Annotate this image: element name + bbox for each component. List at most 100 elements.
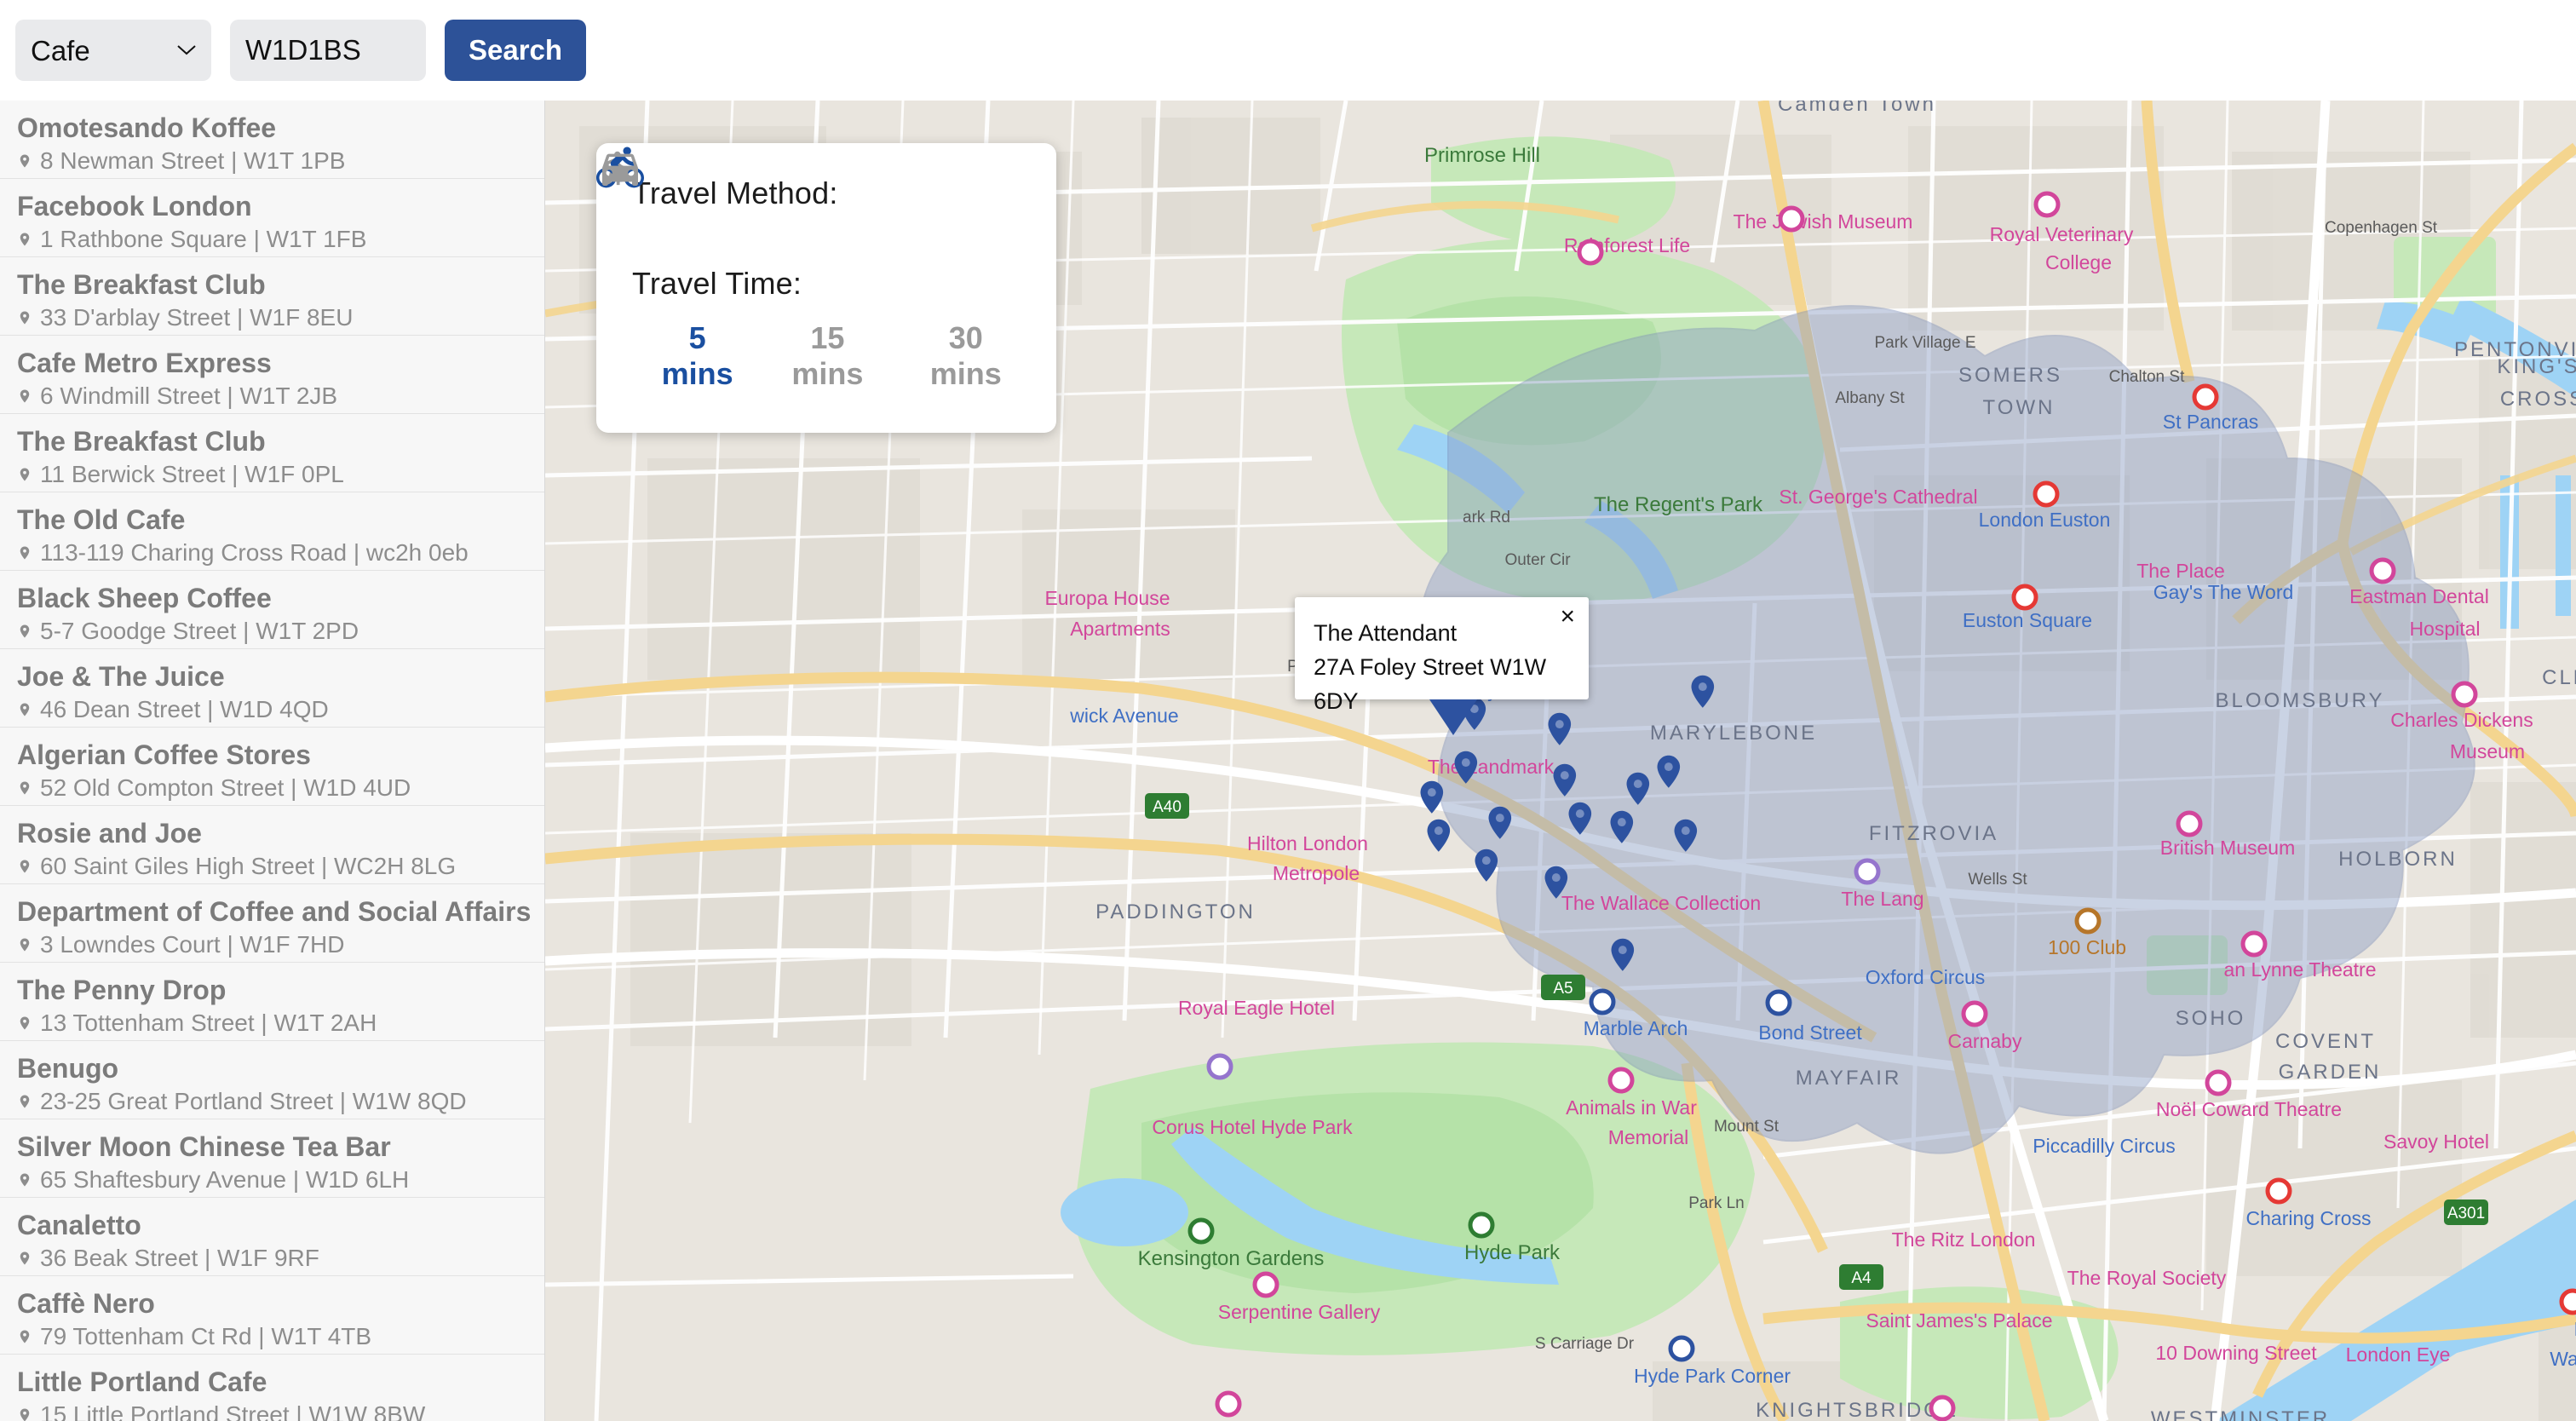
location-pin-icon	[20, 468, 30, 481]
map-poi-icon	[1778, 205, 1805, 233]
car-icon	[602, 153, 638, 186]
map-label: British Museum	[2160, 837, 2295, 859]
map-label: London Euston	[1979, 509, 2111, 531]
map-label: Hyde Park Corner	[1634, 1365, 1791, 1387]
map-label: The Wallace Collection	[1561, 892, 1761, 914]
result-name: The Breakfast Club	[17, 426, 266, 457]
map-label: Carnaby	[1948, 1030, 2022, 1052]
search-button[interactable]: Search	[445, 20, 587, 81]
result-item[interactable]: Black Sheep Coffee 5-7 Goodge Street | W1…	[0, 571, 544, 649]
travel-time-30[interactable]: 30 mins	[911, 320, 1021, 392]
result-item[interactable]: Facebook London 1 Rathbone Square | W1T 1…	[0, 179, 544, 257]
result-name: Benugo	[17, 1053, 119, 1084]
map-label: 100 Club	[2048, 936, 2126, 958]
map-label: wick Avenue	[1069, 705, 1178, 727]
map-poi-icon	[1929, 1395, 1956, 1421]
svg-text:A5: A5	[1553, 980, 1573, 998]
map-label: SOHO	[2176, 1007, 2246, 1030]
map-label: The Landmark	[1428, 756, 1555, 778]
map-poi-icon	[1854, 858, 1881, 885]
result-item[interactable]: Silver Moon Chinese Tea Bar 65 Shaftesbur…	[0, 1119, 544, 1198]
map-label: College	[2045, 251, 2112, 273]
popup-pointer	[1429, 699, 1477, 735]
travel-time-5[interactable]: 5 mins	[651, 320, 744, 392]
map-poi-icon	[2265, 1177, 2292, 1205]
map-poi-icon	[2192, 383, 2219, 411]
map-label: FITZROVIA	[1869, 822, 1998, 845]
result-item[interactable]: Algerian Coffee Stores 52 Old Compton Str…	[0, 728, 544, 806]
result-address: 15 Little Portland Street | W1W 8BW	[40, 1401, 426, 1421]
map-label: Gay's The Word	[2153, 581, 2294, 603]
result-item[interactable]: Little Portland Cafe 15 Little Portland S…	[0, 1355, 544, 1421]
result-item[interactable]: Caffè Nero 79 Tottenham Ct Rd | W1T 4TB	[0, 1276, 544, 1355]
map-canvas[interactable]: .lbl-big { font-family:"Liberation Sans"…	[545, 101, 2576, 1421]
result-name: Caffè Nero	[17, 1288, 155, 1319]
map-label: Albany St	[1835, 389, 1905, 407]
result-item[interactable]: The Penny Drop 13 Tottenham Street | W1T …	[0, 963, 544, 1041]
map-poi-icon	[1589, 988, 1616, 1015]
map-label: Metropole	[1273, 862, 1360, 884]
category-select[interactable]: Cafe	[15, 20, 211, 81]
map-label: Royal Eagle Hotel	[1178, 997, 1335, 1019]
result-address: 36 Beak Street | W1F 9RF	[40, 1245, 319, 1271]
map-label: CROSS	[2500, 388, 2576, 411]
result-item[interactable]: Cafe Metro Express 6 Windmill Street | W1…	[0, 336, 544, 414]
map-label: Europa House	[1044, 587, 1170, 609]
location-pin-icon	[20, 703, 30, 716]
map-label: PADDINGTON	[1095, 900, 1256, 923]
close-icon[interactable]: ×	[1560, 604, 1575, 630]
map-label: Memorial	[1608, 1126, 1689, 1148]
map-label: GARDEN	[2279, 1061, 2382, 1084]
location-pin-icon	[20, 1251, 30, 1265]
result-item[interactable]: Canaletto 36 Beak Street | W1F 9RF	[0, 1198, 544, 1276]
location-pin-icon	[20, 1095, 30, 1108]
map-label: TOWN	[1983, 396, 2056, 419]
result-address: 11 Berwick Street | W1F 0PL	[40, 461, 344, 487]
map-poi-icon	[2369, 557, 2396, 584]
result-item[interactable]: Rosie and Joe 60 Saint Giles High Street …	[0, 806, 544, 884]
result-item[interactable]: Joe & The Juice 46 Dean Street | W1D 4QD	[0, 649, 544, 728]
result-item[interactable]: Benugo 23-25 Great Portland Street | W1W …	[0, 1041, 544, 1119]
travel-time-15[interactable]: 15 mins	[773, 320, 882, 392]
result-address-row: 11 Berwick Street | W1F 0PL	[17, 458, 527, 491]
result-item[interactable]: Omotesando Koffee 8 Newman Street | W1T 1…	[0, 101, 544, 179]
map-poi-icon	[1206, 1053, 1233, 1080]
result-item[interactable]: The Breakfast Club 11 Berwick Street | W1…	[0, 414, 544, 492]
road-badge: A5	[1541, 975, 1585, 1000]
result-address-row: 15 Little Portland Street | W1W 8BW	[17, 1399, 527, 1421]
map-label: Museum	[2450, 740, 2525, 762]
road-badge: A40	[1145, 793, 1189, 819]
map-poi-icon	[1668, 1335, 1695, 1362]
result-address-row: 8 Newman Street | W1T 1PB	[17, 145, 527, 177]
svg-text:A4: A4	[1851, 1269, 1872, 1287]
postcode-input[interactable]	[230, 20, 426, 81]
map-label: The Jewish Museum	[1734, 210, 1913, 233]
location-pin-icon	[20, 781, 30, 795]
result-address-row: 3 Lowndes Court | W1F 7HD	[17, 929, 527, 961]
map-label: St Pancras	[2163, 411, 2259, 433]
result-item[interactable]: The Breakfast Club 33 D'arblay Street | W…	[0, 257, 544, 336]
result-address-row: 79 Tottenham Ct Rd | W1T 4TB	[17, 1320, 527, 1353]
location-pin-icon	[20, 311, 30, 325]
map-poi-icon	[1765, 989, 1792, 1016]
map-label: London Eye	[2346, 1343, 2451, 1366]
map-label: St. George's Cathedral	[1779, 486, 1977, 508]
svg-text:A40: A40	[1153, 798, 1182, 816]
result-address: 6 Windmill Street | W1T 2JB	[40, 383, 338, 409]
location-pin-icon	[20, 860, 30, 873]
result-item[interactable]: The Old Cafe 113-119 Charing Cross Road |…	[0, 492, 544, 571]
results-sidebar[interactable]: Omotesando Koffee 8 Newman Street | W1T 1…	[0, 101, 545, 1421]
result-name: Cafe Metro Express	[17, 348, 272, 378]
result-address: 5-7 Goodge Street | W1T 2PD	[40, 618, 359, 644]
travel-time-options: 5 mins 15 mins 30 mins	[651, 320, 1021, 392]
result-item[interactable]: Department of Coffee and Social Affairs 3…	[0, 884, 544, 963]
map-label: WESTMINSTER	[2151, 1407, 2330, 1421]
map-poi-icon	[1607, 1067, 1635, 1094]
result-name: Little Portland Cafe	[17, 1366, 267, 1397]
map-label: Park Village E	[1875, 334, 1976, 352]
map-label: S Carriage Dr	[1535, 1335, 1635, 1353]
result-address: 46 Dean Street | W1D 4QD	[40, 696, 329, 722]
result-name: Rosie and Joe	[17, 818, 202, 849]
location-pin-icon	[20, 546, 30, 560]
location-pin-icon	[20, 624, 30, 638]
